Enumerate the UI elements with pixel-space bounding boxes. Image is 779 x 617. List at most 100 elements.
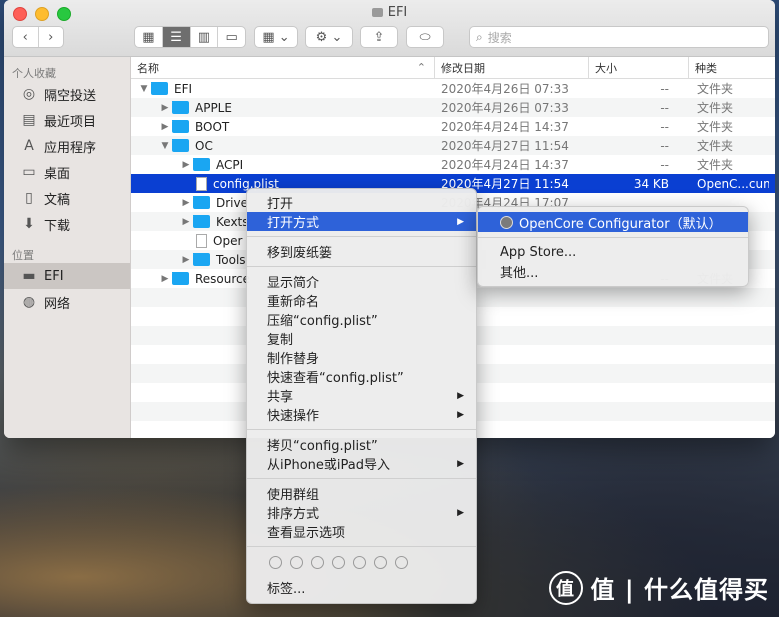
- table-row[interactable]: ▶ APPLE 2020年4月26日 07:33 -- 文件夹: [131, 98, 775, 117]
- share-icon: ⇪: [373, 29, 385, 45]
- tag-dot-6[interactable]: [374, 556, 387, 569]
- menu-get-info[interactable]: 显示简介: [247, 272, 476, 291]
- row-name: EFI: [174, 81, 193, 96]
- row-name: Kexts: [216, 214, 249, 229]
- column-headers: 名称 ⌃ 修改日期 大小 种类: [131, 57, 775, 79]
- submenu-default-app[interactable]: OpenCore Configurator（默认）: [478, 212, 748, 232]
- row-kind: 文件夹: [697, 82, 734, 96]
- action-button[interactable]: ⚙ ⌄: [305, 26, 353, 48]
- tag-dot-7[interactable]: [395, 556, 408, 569]
- tag-icon: ⬭: [419, 29, 431, 45]
- menu-open[interactable]: 打开: [247, 193, 476, 212]
- row-name: Drive: [216, 195, 248, 210]
- tag-dot-1[interactable]: [269, 556, 282, 569]
- view-mode-segment: ▦ ☰ ▥ ▭: [134, 26, 246, 48]
- document-icon: [196, 176, 207, 191]
- row-date: 2020年4月26日 07:33: [441, 101, 569, 115]
- menu-tags[interactable]: 标签...: [247, 578, 476, 597]
- recents-icon: ▤: [22, 112, 36, 128]
- row-size: --: [660, 138, 669, 153]
- share-button[interactable]: ⇪: [360, 26, 398, 48]
- menu-move-to-trash[interactable]: 移到废纸篓: [247, 242, 476, 261]
- menu-quick-look[interactable]: 快速查看“config.plist”: [247, 367, 476, 386]
- menu-view-options[interactable]: 查看显示选项: [247, 522, 476, 541]
- menu-sort-by[interactable]: 排序方式 ▶: [247, 503, 476, 522]
- submenu-other[interactable]: 其他...: [478, 262, 748, 281]
- sort-chevron-icon: ⌃: [416, 61, 426, 74]
- column-size-label: 大小: [595, 61, 617, 75]
- row-size: --: [660, 157, 669, 172]
- disclosure-open-icon[interactable]: ▼: [137, 84, 151, 94]
- column-header-size[interactable]: 大小: [589, 57, 689, 78]
- menu-import-from-iphone[interactable]: 从iPhone或iPad导入 ▶: [247, 454, 476, 473]
- sidebar-item-fav-3[interactable]: ▭ 桌面: [4, 159, 130, 185]
- icon-view-button[interactable]: ▦: [135, 27, 163, 47]
- column-view-button[interactable]: ▥: [191, 27, 219, 47]
- sidebar-item-fav-0[interactable]: ◎ 隔空投送: [4, 81, 130, 107]
- column-header-date[interactable]: 修改日期: [435, 57, 589, 78]
- disclosure-open-icon[interactable]: ▼: [158, 141, 172, 151]
- row-size: 34 KB: [633, 176, 669, 191]
- sidebar-item-loc-0[interactable]: ▬ EFI: [4, 263, 130, 289]
- menu-open-with[interactable]: 打开方式 ▶: [247, 212, 476, 231]
- search-input[interactable]: ⌕ 搜索: [469, 26, 769, 48]
- tag-color-picker: [247, 552, 476, 574]
- sidebar-item-label: 网络: [44, 296, 71, 312]
- sidebar-item-fav-4[interactable]: ▯ 文稿: [4, 185, 130, 211]
- submenu-app-store[interactable]: App Store...: [478, 243, 748, 262]
- row-name: Resource: [195, 271, 251, 286]
- disclosure-closed-icon[interactable]: ▶: [179, 198, 193, 208]
- table-row[interactable]: ▼ OC 2020年4月27日 11:54 -- 文件夹: [131, 136, 775, 155]
- tag-dot-2[interactable]: [290, 556, 303, 569]
- table-row[interactable]: ▼ EFI 2020年4月26日 07:33 -- 文件夹: [131, 79, 775, 98]
- sidebar-item-fav-2[interactable]: A 应用程序: [4, 133, 130, 159]
- menu-tags-label: 标签...: [267, 582, 306, 597]
- tag-dot-4[interactable]: [332, 556, 345, 569]
- sidebar-item-fav-5[interactable]: ⬇ 下载: [4, 211, 130, 237]
- gallery-view-button[interactable]: ▭: [218, 27, 245, 47]
- menu-make-alias[interactable]: 制作替身: [247, 348, 476, 367]
- menu-use-groups[interactable]: 使用群组: [247, 484, 476, 503]
- row-kind: 文件夹: [697, 120, 734, 134]
- list-view-button[interactable]: ☰: [162, 27, 191, 47]
- menu-separator: [247, 236, 476, 237]
- disclosure-closed-icon[interactable]: ▶: [179, 160, 193, 170]
- submenu-app-store-label: App Store...: [500, 245, 577, 260]
- forward-button[interactable]: ›: [39, 27, 64, 47]
- table-row[interactable]: ▶ BOOT 2020年4月24日 14:37 -- 文件夹: [131, 117, 775, 136]
- back-button[interactable]: ‹: [13, 27, 39, 47]
- airdrop-icon: ◎: [22, 86, 36, 102]
- disclosure-closed-icon[interactable]: ▶: [158, 274, 172, 284]
- disclosure-closed-icon[interactable]: ▶: [158, 122, 172, 132]
- submenu-arrow-icon: ▶: [457, 507, 464, 518]
- row-name: OC: [195, 138, 213, 153]
- table-row[interactable]: ▶ ACPI 2020年4月24日 14:37 -- 文件夹: [131, 155, 775, 174]
- submenu-default-app-label: OpenCore Configurator（默认）: [519, 216, 722, 232]
- folder-icon: [193, 157, 210, 171]
- network-icon: ◍: [22, 294, 36, 310]
- column-header-name[interactable]: 名称 ⌃: [131, 57, 435, 78]
- disclosure-closed-icon[interactable]: ▶: [179, 255, 193, 265]
- menu-trash-label: 移到废纸篓: [267, 246, 333, 261]
- tag-dot-3[interactable]: [311, 556, 324, 569]
- column-header-kind[interactable]: 种类: [689, 57, 775, 78]
- menu-compress[interactable]: 压缩“config.plist”: [247, 310, 476, 329]
- menu-copy[interactable]: 拷贝“config.plist”: [247, 435, 476, 454]
- menu-quick-look-label: 快速查看“config.plist”: [267, 371, 404, 386]
- row-name: APPLE: [195, 100, 232, 115]
- menu-rename[interactable]: 重新命名: [247, 291, 476, 310]
- menu-use-groups-label: 使用群组: [267, 488, 320, 503]
- sidebar-item-loc-1[interactable]: ◍ 网络: [4, 289, 130, 315]
- submenu-arrow-icon: ▶: [457, 409, 464, 420]
- disclosure-closed-icon[interactable]: ▶: [158, 103, 172, 113]
- group-button[interactable]: ▦ ⌄: [254, 26, 298, 48]
- folder-icon: [193, 195, 210, 209]
- disclosure-closed-icon[interactable]: ▶: [179, 217, 193, 227]
- row-kind: 文件夹: [697, 158, 734, 172]
- sidebar-item-fav-1[interactable]: ▤ 最近项目: [4, 107, 130, 133]
- menu-quick-actions[interactable]: 快速操作 ▶: [247, 405, 476, 424]
- tags-button[interactable]: ⬭: [406, 26, 444, 48]
- menu-duplicate[interactable]: 复制: [247, 329, 476, 348]
- tag-dot-5[interactable]: [353, 556, 366, 569]
- menu-share[interactable]: 共享 ▶: [247, 386, 476, 405]
